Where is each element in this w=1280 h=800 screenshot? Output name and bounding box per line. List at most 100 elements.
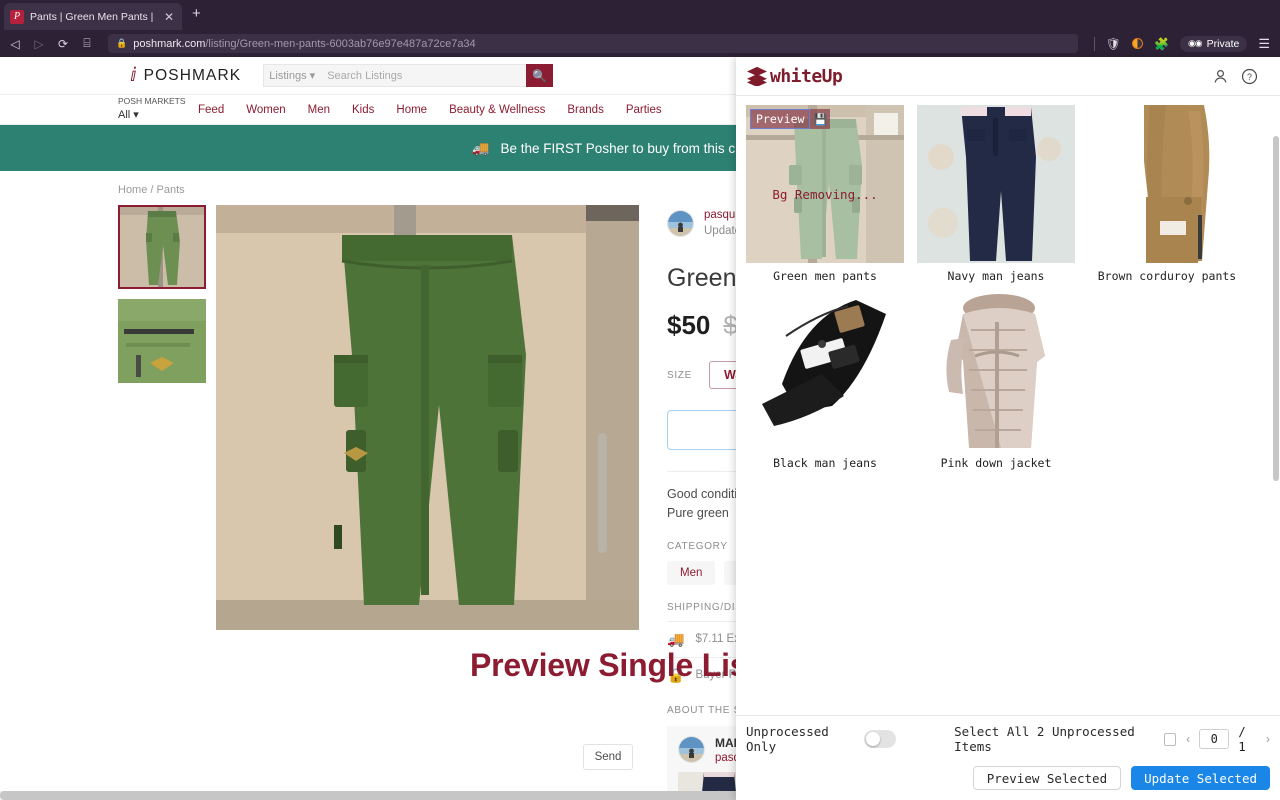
nav-link-home[interactable]: Home bbox=[396, 104, 427, 116]
url-domain: poshmark.com bbox=[133, 37, 206, 50]
whiteup-logo[interactable]: whiteUp bbox=[746, 65, 843, 87]
bg-removing-status: Bg Removing... bbox=[772, 187, 878, 202]
glasses-icon: ◉◉ bbox=[1187, 38, 1203, 48]
item-caption: Green men pants bbox=[773, 269, 877, 283]
bookmark-icon[interactable]: ⌸ bbox=[80, 36, 94, 51]
item-image[interactable] bbox=[1088, 105, 1246, 263]
breadcrumb-home[interactable]: Home bbox=[118, 184, 147, 196]
poshmark-glyph-icon: ⅈ bbox=[130, 65, 137, 86]
menu-icon[interactable]: ☰ bbox=[1258, 36, 1270, 52]
floppy-save-icon[interactable]: 💾 bbox=[810, 109, 831, 129]
posh-markets-selector[interactable]: POSH MARKETS All ▾ bbox=[118, 96, 192, 122]
nav-link-beauty-wellness[interactable]: Beauty & Wellness bbox=[449, 104, 545, 116]
thumbnail-2[interactable] bbox=[118, 299, 206, 383]
category-chip-men[interactable]: Men bbox=[667, 560, 716, 585]
breadcrumb-pants[interactable]: Pants bbox=[157, 184, 185, 196]
chevron-down-icon: ▾ bbox=[309, 70, 316, 82]
thumbnail-1[interactable] bbox=[118, 205, 206, 289]
item-card-navy-man-jeans[interactable]: Navy man jeans bbox=[917, 105, 1075, 283]
nav-link-men[interactable]: Men bbox=[308, 104, 330, 116]
green-pants-thumb-image bbox=[118, 205, 206, 289]
nav-link-feed[interactable]: Feed bbox=[198, 104, 224, 116]
footer-buttons-row: Preview Selected Update Selected bbox=[746, 766, 1270, 790]
browser-tab[interactable]: P Pants | Green Men Pants | Posh ✕ bbox=[4, 3, 182, 30]
avatar-image bbox=[668, 211, 693, 237]
item-image[interactable] bbox=[746, 292, 904, 450]
chevron-down-icon: ▾ bbox=[133, 108, 139, 121]
puzzle-icon[interactable]: 🧩 bbox=[1154, 37, 1169, 51]
item-caption: Pink down jacket bbox=[940, 456, 1052, 470]
item-image[interactable] bbox=[917, 105, 1075, 263]
poshmark-logo[interactable]: ⅈ POSHMARK bbox=[130, 64, 241, 87]
size-label: SIZE bbox=[667, 369, 693, 381]
send-comment-button[interactable]: Send bbox=[583, 744, 633, 770]
posh-markets-value: All ▾ bbox=[118, 108, 139, 121]
select-all-group: Select All 2 Unprocessed Items bbox=[954, 724, 1177, 754]
back-icon[interactable]: ◁ bbox=[8, 37, 22, 51]
navy-man-jeans-image bbox=[917, 105, 1075, 263]
update-selected-button[interactable]: Update Selected bbox=[1131, 766, 1270, 790]
pager: ‹ 0 / 1 › bbox=[1186, 724, 1270, 754]
panel-header-icons: ? bbox=[1212, 68, 1258, 85]
close-icon[interactable]: ✕ bbox=[162, 10, 176, 24]
avatar-image bbox=[679, 736, 704, 762]
breadcrumb-sep: / bbox=[150, 184, 154, 196]
avatar bbox=[678, 735, 705, 763]
user-icon[interactable] bbox=[1212, 68, 1229, 85]
search-area: Listings ▾ Search Listings 🔍 bbox=[263, 64, 554, 87]
item-image[interactable] bbox=[917, 292, 1075, 450]
nav-link-brands[interactable]: Brands bbox=[567, 104, 603, 116]
black-man-jeans-image bbox=[746, 292, 904, 450]
new-tab-button[interactable]: + bbox=[192, 5, 201, 22]
avatar bbox=[667, 210, 694, 238]
private-mode-badge[interactable]: ◉◉ Private bbox=[1179, 35, 1248, 52]
forward-icon[interactable]: ▷ bbox=[32, 37, 46, 51]
svg-text:?: ? bbox=[1247, 72, 1252, 82]
app-root: P Pants | Green Men Pants | Posh ✕ + ◁ ▷… bbox=[0, 0, 1280, 800]
whiteup-panel: whiteUp ? Preview 💾 Bg Removing... Green… bbox=[736, 57, 1280, 800]
profile-dot-icon[interactable] bbox=[1131, 38, 1143, 49]
item-caption: Navy man jeans bbox=[947, 269, 1045, 283]
panel-item-grid-container: Preview 💾 Bg Removing... Green men pants bbox=[736, 96, 1280, 715]
item-card-black-man-jeans[interactable]: Black man jeans bbox=[746, 292, 904, 470]
page-input[interactable]: 0 bbox=[1199, 729, 1230, 749]
item-card-brown-corduroy-pants[interactable]: Brown corduroy pants bbox=[1088, 105, 1246, 283]
nav-links: Feed Women Men Kids Home Beauty & Wellne… bbox=[198, 104, 662, 116]
address-bar[interactable]: 🔒 poshmark.com/listing/Green-men-pants-6… bbox=[108, 34, 1078, 53]
search-scope-select[interactable]: Listings ▾ bbox=[263, 64, 321, 87]
unprocessed-only-label: Unprocessed Only bbox=[746, 724, 829, 754]
search-input[interactable]: Search Listings bbox=[320, 64, 527, 87]
brave-shield-icon[interactable]: 🛡 bbox=[1106, 37, 1121, 51]
item-caption: Brown corduroy pants bbox=[1097, 269, 1237, 283]
url-path: /listing/Green-men-pants-6003ab76e97e487… bbox=[205, 37, 476, 50]
item-card-green-men-pants[interactable]: Preview 💾 Bg Removing... Green men pants bbox=[746, 105, 904, 283]
preview-button[interactable]: Preview bbox=[750, 109, 811, 129]
next-page-icon[interactable]: › bbox=[1266, 732, 1270, 746]
search-icon[interactable]: 🔍 bbox=[526, 64, 554, 87]
hero-image[interactable] bbox=[216, 205, 639, 630]
search-scope-label: Listings bbox=[269, 69, 307, 82]
whiteup-logo-text: whiteUp bbox=[770, 65, 843, 87]
prev-page-icon[interactable]: ‹ bbox=[1186, 732, 1190, 746]
nav-link-women[interactable]: Women bbox=[246, 104, 285, 116]
panel-scrollbar[interactable] bbox=[1273, 136, 1279, 481]
item-card-pink-down-jacket[interactable]: Pink down jacket bbox=[917, 292, 1075, 470]
item-caption: Black man jeans bbox=[773, 456, 877, 470]
chrome-right-icons: 🛡 🧩 ◉◉ Private ☰ bbox=[1093, 35, 1272, 52]
private-label: Private bbox=[1206, 37, 1240, 50]
lock-icon: 🔒 bbox=[116, 38, 128, 48]
unprocessed-only-toggle[interactable] bbox=[863, 730, 897, 748]
stacked-layers-icon bbox=[747, 66, 767, 86]
nav-link-kids[interactable]: Kids bbox=[352, 104, 374, 116]
reload-icon[interactable]: ⟳ bbox=[56, 37, 70, 51]
truck-icon: 🚚 bbox=[472, 139, 490, 156]
browser-toolbar: ◁ ▷ ⟳ ⌸ 🔒 poshmark.com/listing/Green-men… bbox=[0, 30, 1280, 57]
preview-selected-button[interactable]: Preview Selected bbox=[972, 766, 1122, 790]
url-text: poshmark.com/listing/Green-men-pants-600… bbox=[133, 38, 475, 50]
nav-link-parties[interactable]: Parties bbox=[626, 104, 662, 116]
page-total: / 1 bbox=[1238, 724, 1246, 754]
item-image[interactable]: Preview 💾 Bg Removing... bbox=[746, 105, 904, 263]
select-all-checkbox[interactable] bbox=[1164, 732, 1177, 746]
browser-chrome: P Pants | Green Men Pants | Posh ✕ + ◁ ▷… bbox=[0, 0, 1280, 57]
question-circle-icon[interactable]: ? bbox=[1241, 68, 1258, 85]
